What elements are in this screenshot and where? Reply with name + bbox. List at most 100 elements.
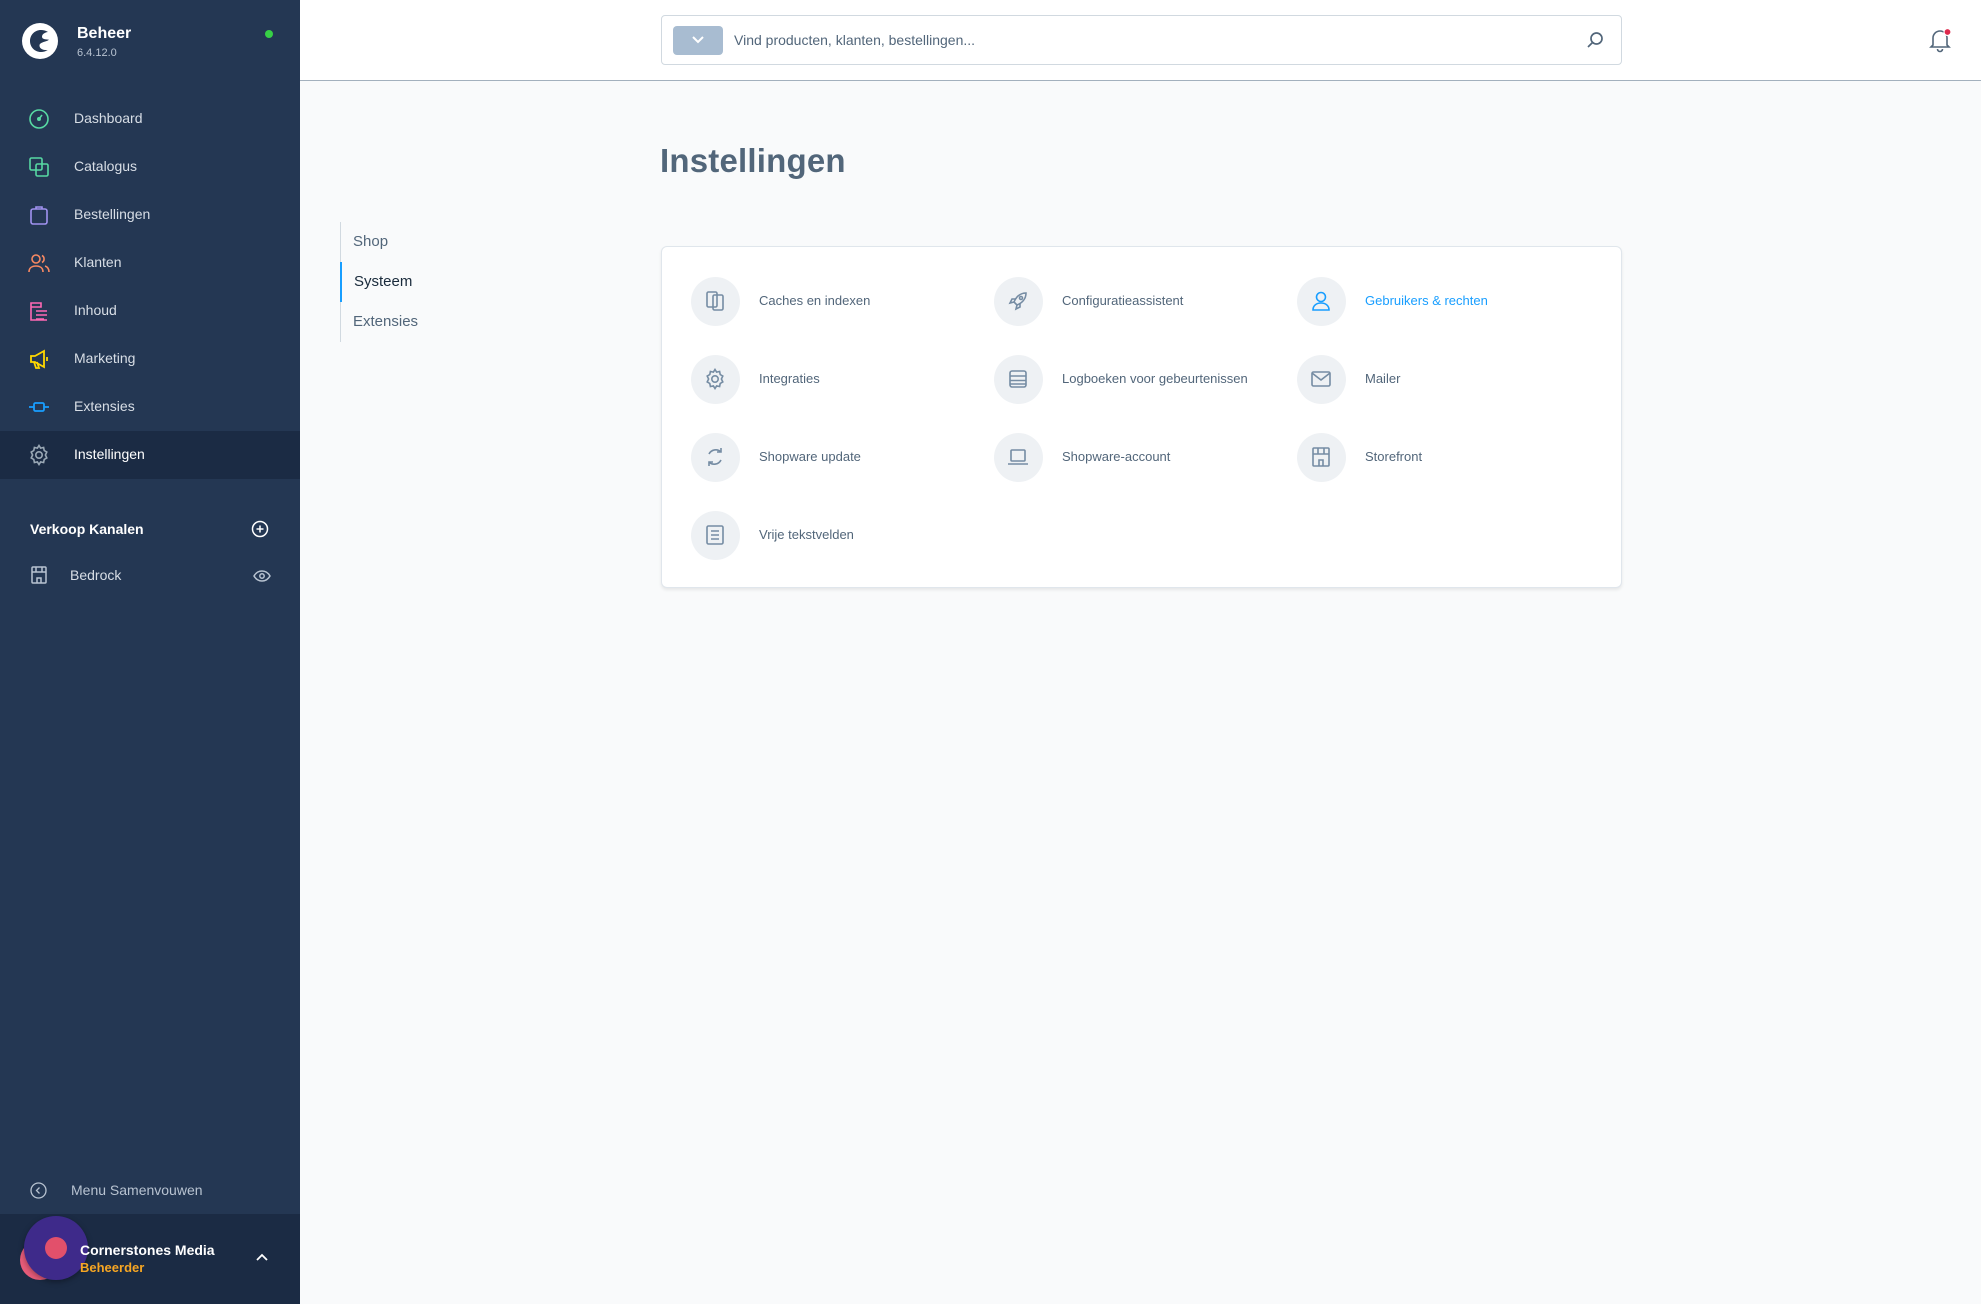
setting-mailer[interactable]: Mailer	[1268, 325, 1568, 404]
setting-storefront[interactable]: Storefront	[1268, 403, 1568, 482]
content-icon	[30, 302, 47, 321]
tile-label: Mailer	[1365, 371, 1401, 386]
notifications-bell-icon[interactable]	[1927, 27, 1953, 53]
sidebar-item-catalog[interactable]: Catalogus	[0, 143, 300, 191]
sidebar-item-customers[interactable]: Klanten	[0, 239, 300, 287]
settings-tabs: Shop Systeem Extensies	[340, 222, 500, 342]
setting-custom-fields[interactable]: Vrije tekstvelden	[662, 481, 962, 560]
search-icon[interactable]	[1586, 31, 1604, 49]
tile-label: Shopware update	[759, 449, 861, 464]
setting-event-logs[interactable]: Logboeken voor gebeurtenissen	[965, 325, 1265, 404]
collapse-menu-label: Menu Samenvouwen	[71, 1182, 203, 1198]
sidebar-item-label: Extensies	[74, 398, 135, 414]
search-type-dropdown[interactable]	[673, 26, 723, 55]
setting-configuration-assistant[interactable]: Configuratieassistent	[965, 247, 1265, 326]
marketing-icon	[30, 349, 48, 369]
tab-shop[interactable]: Shop	[340, 222, 500, 262]
settings-icon	[30, 444, 48, 466]
user-icon	[1312, 291, 1330, 311]
tile-icon-wrap	[1297, 277, 1346, 326]
tile-label: Gebruikers & rechten	[1365, 293, 1488, 308]
text-fields-icon	[706, 525, 724, 545]
sidebar-item-label: Dashboard	[74, 110, 143, 126]
tile-icon-wrap	[1297, 433, 1346, 482]
collapse-menu-button[interactable]: Menu Samenvouwen	[0, 1178, 300, 1202]
rocket-icon	[1008, 292, 1027, 311]
sidebar-item-label: Marketing	[74, 350, 136, 366]
sidebar-item-orders[interactable]: Bestellingen	[0, 191, 300, 239]
sidebar: Beheer 6.4.12.0 Dashboard Catalogus Best…	[0, 0, 300, 1304]
chevron-up-icon[interactable]	[255, 1252, 269, 1262]
tab-extensions[interactable]: Extensies	[340, 302, 500, 342]
extensions-icon	[29, 402, 49, 412]
setting-integrations[interactable]: Integraties	[662, 325, 962, 404]
brand: Beheer 6.4.12.0	[0, 0, 300, 86]
dashboard-icon	[29, 109, 49, 129]
tab-label: Systeem	[354, 273, 413, 290]
tile-label: Caches en indexen	[759, 293, 871, 308]
tile-icon-wrap	[994, 433, 1043, 482]
storefront-icon	[31, 566, 47, 584]
tab-label: Shop	[353, 233, 389, 250]
setting-shopware-update[interactable]: Shopware update	[662, 403, 962, 482]
setting-caches-indexes[interactable]: Caches en indexen	[662, 247, 962, 326]
sidebar-item-label: Bestellingen	[74, 206, 151, 222]
sidebar-item-marketing[interactable]: Marketing	[0, 335, 300, 383]
sidebar-item-label: Instellingen	[74, 446, 145, 462]
setting-shopware-account[interactable]: Shopware-account	[965, 403, 1265, 482]
log-icon	[1009, 370, 1027, 388]
sidebar-item-content[interactable]: Inhoud	[0, 287, 300, 335]
app-title: Beheer	[77, 25, 132, 42]
setting-users-permissions[interactable]: Gebruikers & rechten	[1268, 247, 1568, 326]
app-version: 6.4.12.0	[77, 47, 117, 59]
sales-channel-bedrock[interactable]: Bedrock	[0, 556, 300, 596]
laptop-icon	[1008, 449, 1028, 465]
settings-card: Caches en indexen Configuratieassistent …	[661, 246, 1622, 588]
main-navigation: Dashboard Catalogus Bestellingen Klanten…	[0, 95, 300, 479]
tile-label: Integraties	[759, 371, 820, 386]
sidebar-item-settings[interactable]: Instellingen	[0, 431, 300, 479]
online-status-indicator	[265, 30, 273, 38]
shopware-logo-icon[interactable]	[21, 22, 59, 60]
sales-channel-label: Bedrock	[70, 567, 122, 583]
sidebar-item-label: Klanten	[74, 254, 122, 270]
sidebar-item-dashboard[interactable]: Dashboard	[0, 95, 300, 143]
tile-icon-wrap	[691, 511, 740, 560]
gear-icon	[706, 368, 724, 390]
tile-label: Storefront	[1365, 449, 1423, 464]
eye-icon[interactable]	[253, 568, 271, 584]
global-search	[661, 15, 1622, 65]
tile-icon-wrap	[994, 355, 1043, 404]
storefront-icon	[1312, 447, 1330, 467]
refresh-icon	[708, 448, 722, 466]
tile-label: Logboeken voor gebeurtenissen	[1062, 371, 1248, 386]
sidebar-item-label: Catalogus	[74, 158, 138, 174]
catalog-icon	[29, 157, 49, 177]
sidebar-item-extensions[interactable]: Extensies	[0, 383, 300, 431]
tile-label: Vrije tekstvelden	[759, 527, 854, 542]
page-title: Instellingen	[660, 142, 846, 179]
add-sales-channel-icon[interactable]	[251, 520, 269, 538]
tile-icon-wrap	[994, 277, 1043, 326]
chevron-down-icon	[692, 36, 704, 44]
collapse-icon	[30, 1182, 47, 1199]
tile-icon-wrap	[1297, 355, 1346, 404]
cache-icon	[706, 291, 724, 311]
tile-icon-wrap	[691, 355, 740, 404]
tab-system[interactable]: Systeem	[340, 262, 500, 302]
customers-icon	[28, 254, 50, 273]
tile-icon-wrap	[691, 433, 740, 482]
user-name: Cornerstones Media	[80, 1242, 215, 1258]
tile-label: Configuratieassistent	[1062, 293, 1184, 308]
orders-icon	[30, 206, 48, 225]
record-icon	[45, 1237, 67, 1259]
tab-label: Extensies	[353, 313, 419, 330]
mail-icon	[1311, 371, 1331, 387]
floating-action-bubble[interactable]	[24, 1216, 88, 1280]
user-role: Beheerder	[80, 1260, 145, 1275]
user-profile[interactable]: Cornerstones Media Beheerder	[0, 1214, 300, 1304]
sidebar-item-label: Inhoud	[74, 302, 117, 318]
tile-icon-wrap	[691, 277, 740, 326]
search-input[interactable]	[734, 26, 1574, 54]
top-bar	[300, 0, 1981, 81]
